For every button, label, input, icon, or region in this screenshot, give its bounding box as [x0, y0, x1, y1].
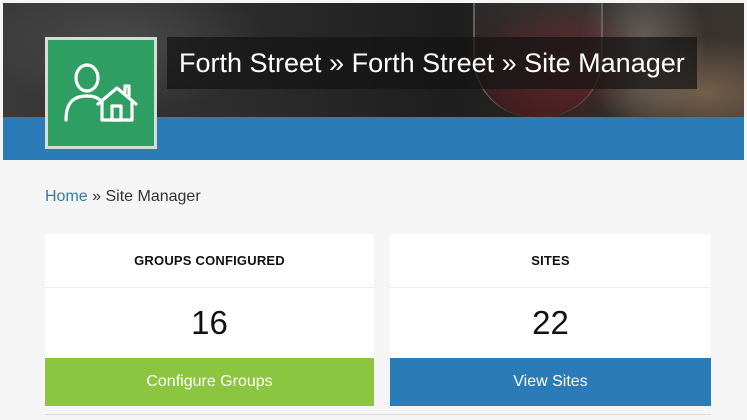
section-divider	[45, 414, 711, 415]
breadcrumb-current: Site Manager	[105, 188, 201, 205]
breadcrumb-home-link[interactable]: Home	[45, 188, 88, 205]
view-sites-button[interactable]: View Sites	[390, 358, 711, 406]
configure-groups-button[interactable]: Configure Groups	[45, 358, 374, 406]
sites-card: SITES 22 View Sites	[390, 234, 711, 406]
breadcrumb-separator: »	[87, 188, 106, 205]
sites-card-label: SITES	[390, 234, 711, 288]
page-title: Forth Street » Forth Street » Site Manag…	[167, 37, 697, 89]
groups-count: 16	[191, 304, 228, 341]
breadcrumb: Home » Site Manager	[45, 188, 201, 206]
groups-configured-card: GROUPS CONFIGURED 16 Configure Groups	[45, 234, 374, 406]
sites-count: 22	[532, 304, 569, 341]
app-logo	[45, 37, 157, 149]
user-house-icon	[64, 63, 138, 122]
groups-card-label: GROUPS CONFIGURED	[45, 234, 374, 288]
